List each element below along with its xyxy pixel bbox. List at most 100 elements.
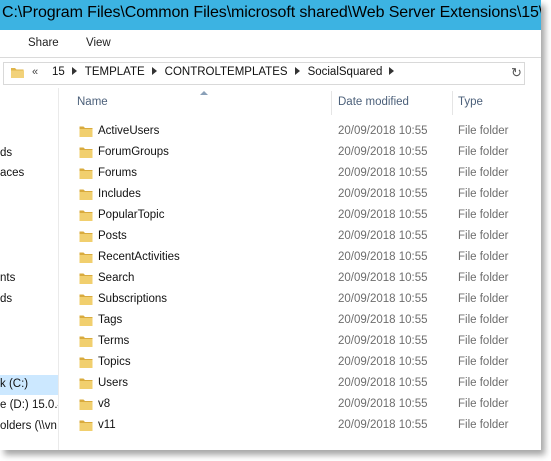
address-row: « 15 TEMPLATE CONTROLTEMPLATES SocialSquare…	[0, 58, 541, 88]
table-row[interactable]: RecentActivities 20/09/2018 10:55 File fol…	[59, 248, 541, 269]
folder-icon	[79, 272, 93, 290]
breadcrumb-item[interactable]: SocialSquared	[308, 66, 383, 78]
folder-icon	[79, 398, 93, 416]
file-date-modified: 20/09/2018 10:55	[338, 251, 428, 263]
folder-icon	[79, 188, 93, 206]
address-bar[interactable]: « 15 TEMPLATE CONTROLTEMPLATES SocialSquare…	[3, 62, 525, 85]
file-type: File folder	[458, 230, 509, 242]
file-name: Users	[98, 377, 129, 389]
table-row[interactable]: Forums 20/09/2018 10:55 File folder	[59, 164, 541, 185]
chevron-right-icon[interactable]	[294, 67, 300, 76]
file-name: Topics	[98, 356, 131, 368]
file-name: v11	[98, 419, 116, 431]
file-type: File folder	[458, 188, 509, 200]
file-type: File folder	[458, 209, 509, 221]
chevron-right-icon[interactable]	[389, 67, 395, 76]
folder-icon	[79, 419, 93, 437]
column-date-modified[interactable]: Date modified	[338, 96, 409, 108]
file-type: File folder	[458, 272, 509, 284]
folder-icon	[79, 146, 93, 164]
table-row[interactable]: v11 20/09/2018 10:55 File folder	[59, 416, 541, 437]
overflow-chevron[interactable]: «	[32, 66, 38, 78]
table-row[interactable]: Users 20/09/2018 10:55 File folder	[59, 374, 541, 395]
file-type: File folder	[458, 335, 509, 347]
nav-item[interactable]: nts	[0, 272, 15, 284]
file-name: Includes	[98, 188, 141, 200]
column-name[interactable]: Name	[77, 96, 108, 108]
file-date-modified: 20/09/2018 10:55	[338, 146, 428, 158]
file-type: File folder	[458, 125, 509, 137]
nav-item[interactable]: ds	[0, 147, 12, 159]
table-row[interactable]: Terms 20/09/2018 10:55 File folder	[59, 332, 541, 353]
file-date-modified: 20/09/2018 10:55	[338, 125, 428, 137]
navigation-pane: ds aces nts ds k (C:) e (D:) 15.0.4 olde…	[0, 88, 58, 450]
file-type: File folder	[458, 419, 509, 431]
folder-icon	[79, 230, 93, 248]
file-date-modified: 20/09/2018 10:55	[338, 272, 428, 284]
file-date-modified: 20/09/2018 10:55	[338, 335, 428, 347]
column-divider[interactable]	[331, 91, 332, 115]
sort-ascending-icon	[200, 91, 208, 95]
table-row[interactable]: PopularTopic 20/09/2018 10:55 File folder	[59, 206, 541, 227]
table-row[interactable]: ActiveUsers 20/09/2018 10:55 File folder	[59, 122, 541, 143]
file-date-modified: 20/09/2018 10:55	[338, 419, 428, 431]
table-row[interactable]: v8 20/09/2018 10:55 File folder	[59, 395, 541, 416]
file-date-modified: 20/09/2018 10:55	[338, 293, 428, 305]
breadcrumb-item[interactable]: CONTROLTEMPLATES	[165, 66, 288, 78]
column-divider[interactable]	[452, 91, 453, 115]
file-type: File folder	[458, 356, 509, 368]
folder-icon	[79, 167, 93, 185]
file-name: Posts	[98, 230, 127, 242]
nav-item-network-folders[interactable]: olders (\\vn	[0, 420, 57, 432]
table-row[interactable]: Includes 20/09/2018 10:55 File folder	[59, 185, 541, 206]
refresh-icon[interactable]: ↻	[511, 65, 522, 81]
file-date-modified: 20/09/2018 10:55	[338, 356, 428, 368]
breadcrumb: 15 TEMPLATE CONTROLTEMPLATES SocialSquared	[52, 66, 402, 78]
file-name: ForumGroups	[98, 146, 169, 158]
file-name: RecentActivities	[98, 251, 180, 263]
column-type[interactable]: Type	[458, 96, 483, 108]
file-type: File folder	[458, 293, 509, 305]
file-date-modified: 20/09/2018 10:55	[338, 377, 428, 389]
file-type: File folder	[458, 314, 509, 326]
breadcrumb-item[interactable]: 15	[52, 66, 65, 78]
table-row[interactable]: Tags 20/09/2018 10:55 File folder	[59, 311, 541, 332]
table-row[interactable]: Subscriptions 20/09/2018 10:55 File folder	[59, 290, 541, 311]
nav-item[interactable]: ds	[0, 293, 12, 305]
file-list: ActiveUsers 20/09/2018 10:55 File folder Fo…	[59, 122, 541, 437]
file-name: Terms	[98, 335, 130, 347]
file-name: Tags	[98, 314, 123, 326]
folder-icon	[10, 66, 25, 84]
file-type: File folder	[458, 251, 509, 263]
file-name: Subscriptions	[98, 293, 168, 305]
nav-item[interactable]: aces	[0, 167, 24, 179]
file-name: v8	[98, 398, 111, 410]
chevron-right-icon[interactable]	[71, 67, 77, 76]
table-row[interactable]: Topics 20/09/2018 10:55 File folder	[59, 353, 541, 374]
folder-icon	[79, 209, 93, 227]
breadcrumb-item[interactable]: TEMPLATE	[85, 66, 145, 78]
explorer-window: C:\Program Files\Common Files\microsoft …	[0, 0, 541, 450]
folder-icon	[79, 125, 93, 143]
nav-item-local-disk-c[interactable]: k (C:)	[0, 378, 28, 390]
folder-icon	[79, 356, 93, 374]
file-date-modified: 20/09/2018 10:55	[338, 230, 428, 242]
file-type: File folder	[458, 146, 509, 158]
tab-share[interactable]: Share	[28, 37, 59, 49]
table-row[interactable]: ForumGroups 20/09/2018 10:55 File folder	[59, 143, 541, 164]
chevron-right-icon[interactable]	[151, 67, 157, 76]
title-bar[interactable]: C:\Program Files\Common Files\microsoft …	[0, 0, 541, 30]
folder-icon	[79, 377, 93, 395]
file-date-modified: 20/09/2018 10:55	[338, 209, 428, 221]
window-title: C:\Program Files\Common Files\microsoft …	[2, 4, 541, 21]
ribbon: Share View	[0, 30, 541, 58]
tab-view[interactable]: View	[86, 37, 111, 49]
table-row[interactable]: Search 20/09/2018 10:55 File folder	[59, 269, 541, 290]
folder-icon	[79, 251, 93, 269]
file-name: Forums	[98, 167, 137, 179]
table-row[interactable]: Posts 20/09/2018 10:55 File folder	[59, 227, 541, 248]
nav-item-drive-d[interactable]: e (D:) 15.0.4	[0, 399, 58, 411]
folder-icon	[79, 335, 93, 353]
file-date-modified: 20/09/2018 10:55	[338, 167, 428, 179]
column-header: Name Date modified Type	[59, 88, 541, 116]
